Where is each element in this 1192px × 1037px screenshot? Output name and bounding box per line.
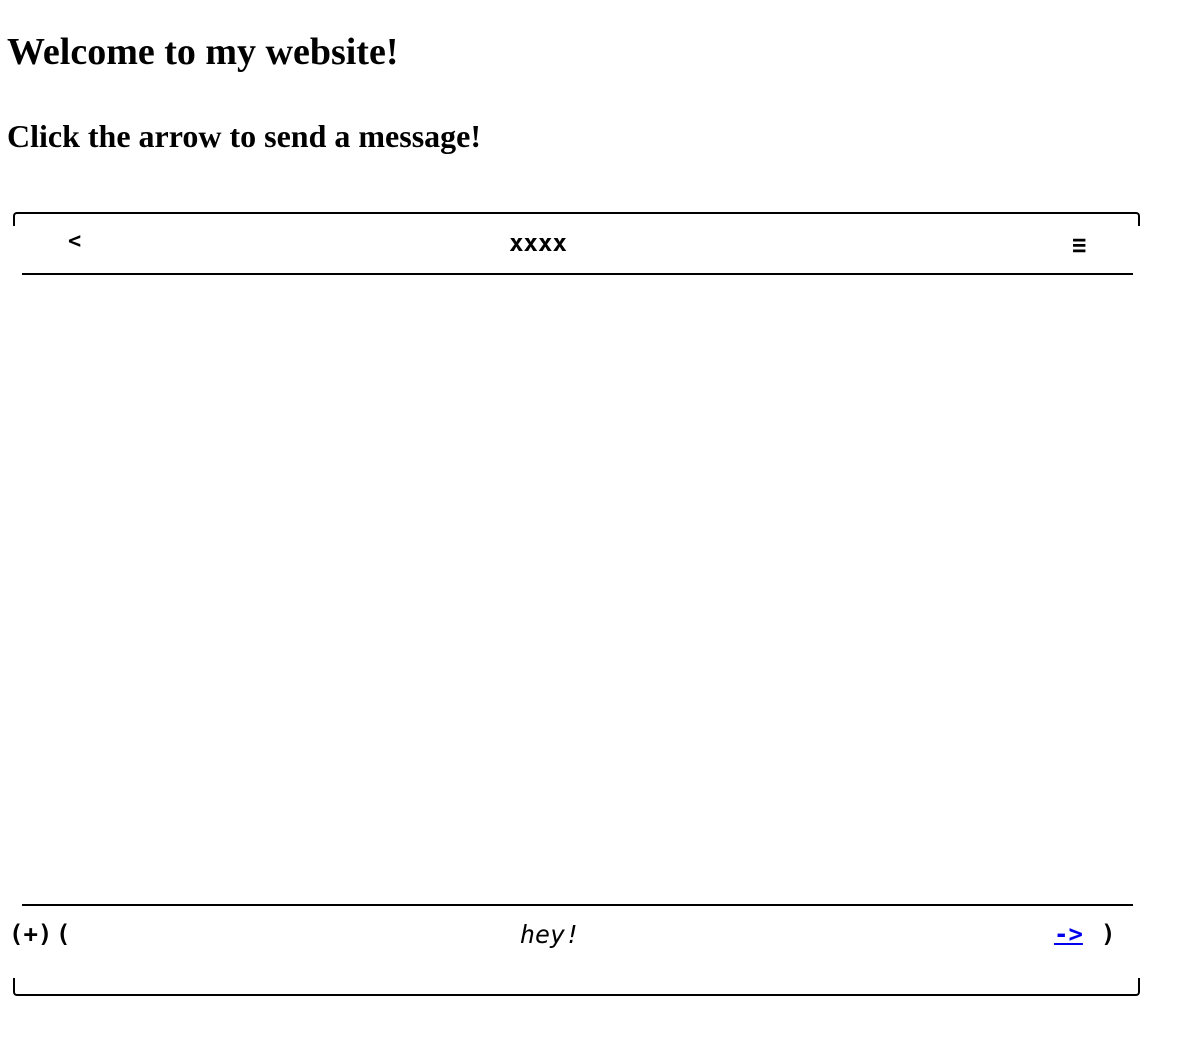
message-list[interactable]	[22, 276, 1133, 902]
back-arrow-icon[interactable]: <	[68, 230, 81, 254]
input-close-paren: )	[1101, 920, 1116, 948]
page-subtitle: Click the arrow to send a message!	[7, 118, 482, 154]
chat-frame-bottom	[13, 978, 1140, 996]
send-message-link[interactable]: ->	[1054, 921, 1083, 947]
chat-title: xxxx	[509, 229, 567, 257]
hamburger-menu-icon[interactable]: ≡	[1072, 232, 1086, 258]
add-attachment-button[interactable]: (+)	[9, 921, 52, 947]
message-input[interactable]	[90, 918, 1010, 950]
header-divider	[22, 273, 1133, 275]
footer-divider	[22, 904, 1133, 906]
chat-frame-top	[13, 212, 1140, 226]
input-open-paren: (	[56, 920, 71, 948]
page-title: Welcome to my website!	[7, 31, 399, 73]
